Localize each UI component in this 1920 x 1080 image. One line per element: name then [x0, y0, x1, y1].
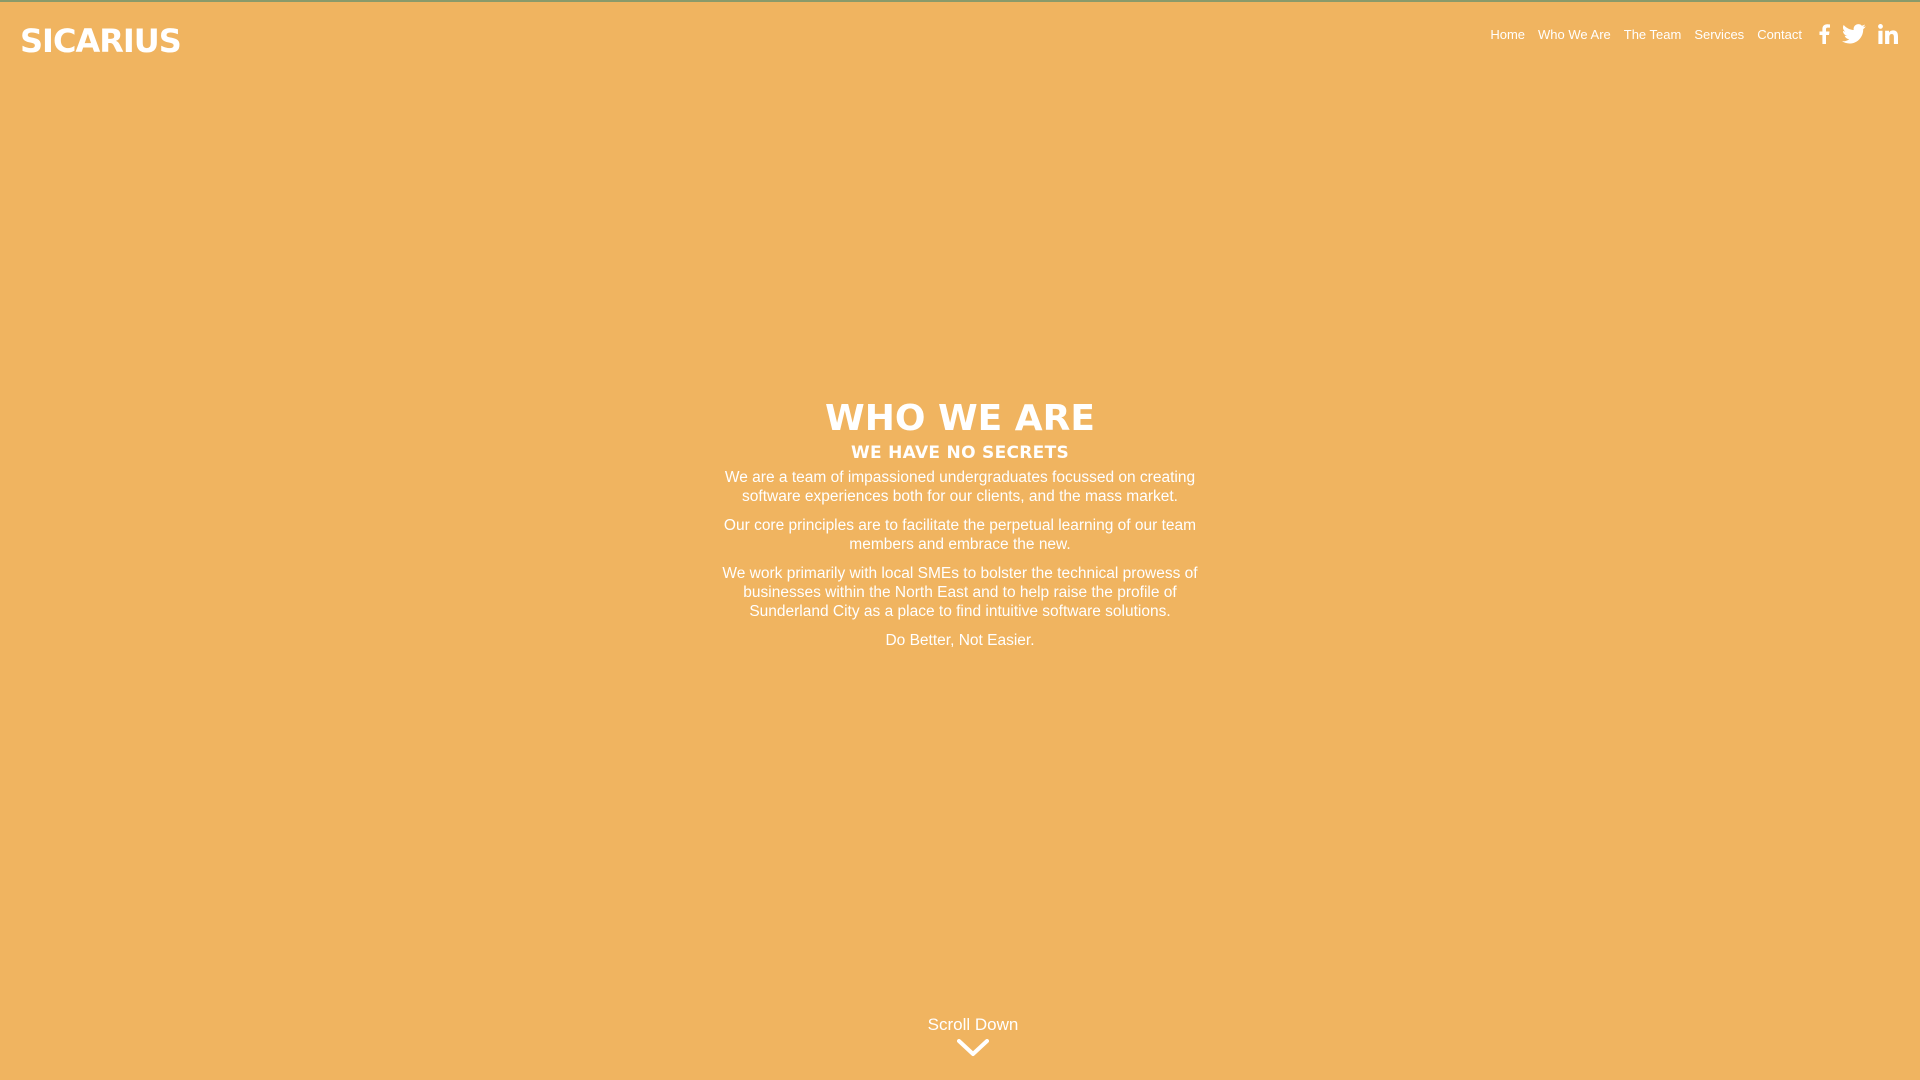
chevron-down-icon [900, 1039, 1046, 1057]
nav-link-home[interactable]: Home [1490, 27, 1525, 42]
scroll-down-button[interactable]: Scroll Down [900, 1015, 1046, 1057]
scroll-down-label: Scroll Down [927, 1015, 1019, 1034]
nav-link-who-we-are[interactable]: Who We Are [1538, 27, 1611, 42]
nav-link-services[interactable]: Services [1694, 27, 1744, 42]
hero-tagline: Do Better, Not Easier. [885, 632, 1035, 649]
hero-paragraph: We are a team of impassioned undergradua… [724, 469, 1196, 505]
top-border [0, 0, 1920, 2]
main-nav: Home Who We Are The Team Services Contac… [1490, 20, 1898, 48]
hero-section: WHO WE ARE WE HAVE NO SECRETS We are a t… [0, 398, 1920, 660]
linkedin-icon[interactable] [1878, 24, 1898, 44]
hero-paragraph: We work primarily with local SMEs to bol… [722, 565, 1198, 620]
nav-link-the-team[interactable]: The Team [1624, 27, 1682, 42]
hero-body: We are a team of impassioned undergradua… [720, 468, 1200, 650]
nav-link-contact[interactable]: Contact [1757, 27, 1802, 42]
hero-subtitle: WE HAVE NO SECRETS [850, 443, 1070, 463]
hero-paragraph: Our core principles are to facilitate th… [723, 517, 1197, 553]
social-links [1818, 24, 1898, 44]
site-logo[interactable]: SICARIUS [20, 22, 182, 60]
twitter-icon[interactable] [1842, 24, 1866, 44]
hero-title: WHO WE ARE [825, 398, 1095, 439]
facebook-icon[interactable] [1818, 24, 1830, 44]
